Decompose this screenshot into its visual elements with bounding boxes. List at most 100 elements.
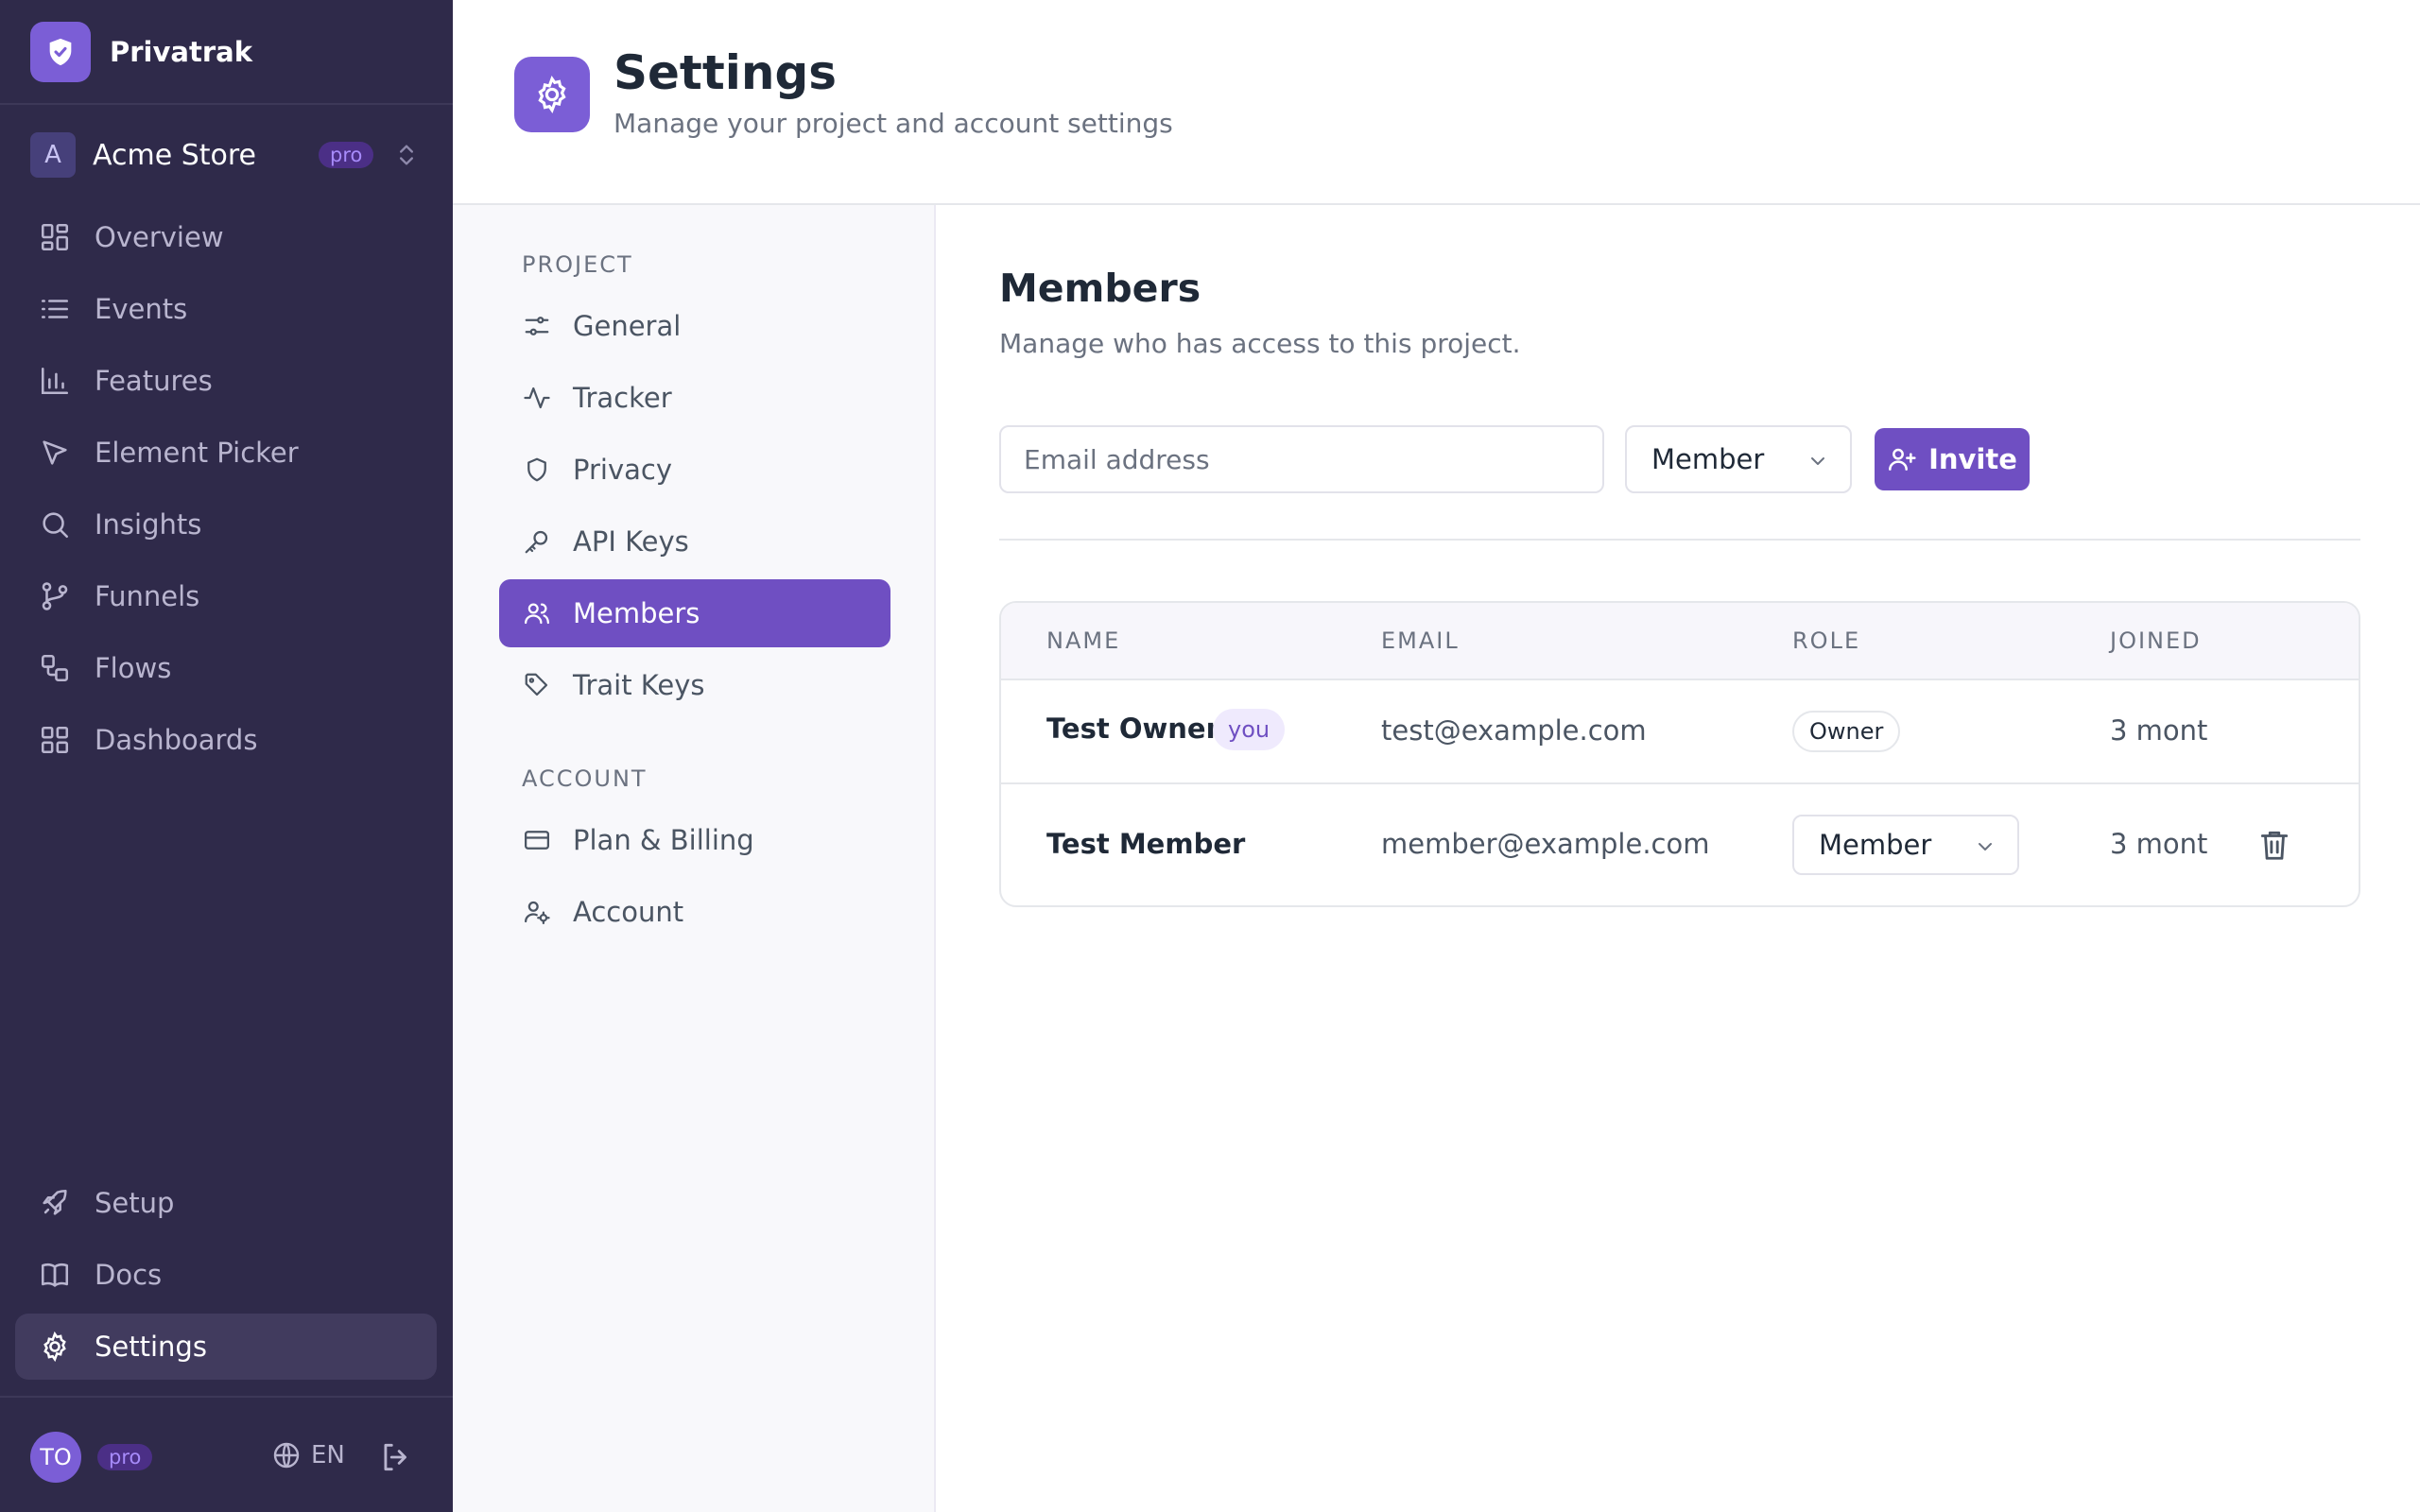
page-subtitle: Manage your project and account settings (614, 108, 1173, 139)
users-icon (522, 598, 552, 628)
nav-label: Flows (95, 652, 172, 684)
role-badge: Owner (1792, 711, 1901, 752)
nav-overview[interactable]: Overview (15, 204, 437, 270)
language-label: EN (311, 1441, 345, 1469)
settings-nav-label: Plan & Billing (573, 824, 754, 856)
member-email: test@example.com (1381, 714, 1647, 747)
shield-check-icon (30, 21, 91, 82)
section-title: Members (999, 266, 1201, 311)
settings-nav-label: General (573, 310, 682, 342)
list-icon (38, 292, 72, 326)
settings-nav-account[interactable]: Account (499, 878, 890, 946)
search-icon (38, 507, 72, 541)
page-title: Settings (614, 45, 838, 100)
cursor-icon (38, 436, 72, 470)
project-section-heading: PROJECT (522, 251, 633, 278)
tag-icon (522, 670, 552, 700)
nav-element-picker[interactable]: Element Picker (15, 420, 437, 486)
table-row: Test Member member@example.com Member 3 … (1001, 784, 2359, 905)
nav-label: Overview (95, 221, 224, 253)
settings-nav-label: API Keys (573, 525, 689, 558)
project-switcher[interactable]: A Acme Store pro (30, 131, 424, 179)
sidebar: Privatrak A Acme Store pro Overview Even… (0, 0, 453, 1512)
dashboard-icon (38, 723, 72, 757)
nav-setup[interactable]: Setup (15, 1170, 437, 1236)
nav-events[interactable]: Events (15, 276, 437, 342)
nav-label: Settings (95, 1331, 207, 1363)
sidebar-footer: TO pro EN (0, 1396, 453, 1512)
role-select-value: Member (1651, 443, 1765, 475)
plan-badge: pro (97, 1444, 153, 1470)
globe-icon (273, 1442, 300, 1469)
account-section-heading: ACCOUNT (522, 765, 648, 792)
settings-nav-general[interactable]: General (499, 292, 890, 360)
settings-nav-label: Trait Keys (573, 669, 705, 701)
logout-icon[interactable] (378, 1439, 414, 1475)
bar-chart-icon (38, 364, 72, 398)
settings-nav-privacy[interactable]: Privacy (499, 436, 890, 504)
nav-label: Docs (95, 1259, 163, 1291)
members-panel: Members Manage who has access to this pr… (936, 205, 2420, 1512)
workflow-icon (38, 651, 72, 685)
settings-nav: PROJECT General Tracker Privacy API Keys… (453, 205, 936, 1512)
activity-icon (522, 383, 552, 413)
nav-label: Dashboards (95, 724, 258, 756)
language-switcher[interactable]: EN (271, 1440, 345, 1470)
nav-features[interactable]: Features (15, 348, 437, 414)
plan-badge: pro (319, 142, 374, 168)
chevron-down-icon (1811, 457, 1824, 465)
trash-icon[interactable] (2256, 827, 2292, 863)
email-input[interactable] (999, 425, 1604, 493)
rocket-icon (38, 1186, 72, 1220)
nav-label: Features (95, 365, 213, 397)
project-name: Acme Store (93, 138, 256, 172)
member-name: Test Owner (1046, 713, 1219, 745)
member-email: member@example.com (1381, 828, 1710, 860)
table-row: Test Owner you test@example.com Owner 3 … (1001, 680, 2359, 784)
nav-settings[interactable]: Settings (15, 1314, 437, 1380)
column-header-name: NAME (1046, 627, 1121, 654)
settings-nav-members[interactable]: Members (499, 579, 890, 647)
member-name: Test Member (1046, 828, 1246, 860)
role-select[interactable]: Member (1625, 425, 1852, 493)
settings-nav-label: Account (573, 896, 684, 928)
settings-nav-label: Privacy (573, 454, 672, 486)
gear-icon (38, 1330, 72, 1364)
settings-nav-trait-keys[interactable]: Trait Keys (499, 651, 890, 719)
table-header: NAME EMAIL ROLE JOINED (1001, 603, 2359, 680)
nav-label: Setup (95, 1187, 175, 1219)
chevron-down-icon (1979, 843, 1992, 850)
section-subtitle: Manage who has access to this project. (999, 328, 1521, 359)
invite-button[interactable]: Invite (1875, 428, 2030, 490)
book-icon (38, 1258, 72, 1292)
member-joined: 3 mont (2110, 828, 2208, 860)
nav-flows[interactable]: Flows (15, 635, 437, 701)
avatar[interactable]: TO (30, 1432, 81, 1483)
member-role-select[interactable]: Member (1792, 815, 2019, 875)
nav-funnels[interactable]: Funnels (15, 563, 437, 629)
project-avatar: A (30, 132, 76, 178)
shield-icon (522, 455, 552, 485)
git-branch-icon (38, 579, 72, 613)
settings-nav-tracker[interactable]: Tracker (499, 364, 890, 432)
column-header-email: EMAIL (1381, 627, 1460, 654)
sliders-icon (522, 311, 552, 341)
invite-label: Invite (1928, 443, 2017, 475)
brand[interactable]: Privatrak (0, 0, 453, 105)
nav-docs[interactable]: Docs (15, 1242, 437, 1308)
nav-label: Events (95, 293, 188, 325)
gear-icon (514, 57, 590, 132)
settings-nav-api-keys[interactable]: API Keys (499, 507, 890, 576)
settings-nav-plan-billing[interactable]: Plan & Billing (499, 806, 890, 874)
nav-label: Funnels (95, 580, 200, 612)
chevrons-up-down-icon (400, 145, 413, 165)
credit-card-icon (522, 825, 552, 855)
page-header: Settings Manage your project and account… (453, 0, 2420, 205)
divider (999, 539, 2360, 541)
member-joined: 3 mont (2110, 714, 2208, 747)
app-name: Privatrak (110, 35, 252, 68)
column-header-role: ROLE (1792, 627, 1861, 654)
nav-dashboards[interactable]: Dashboards (15, 707, 437, 773)
grid-icon (38, 220, 72, 254)
nav-insights[interactable]: Insights (15, 491, 437, 558)
